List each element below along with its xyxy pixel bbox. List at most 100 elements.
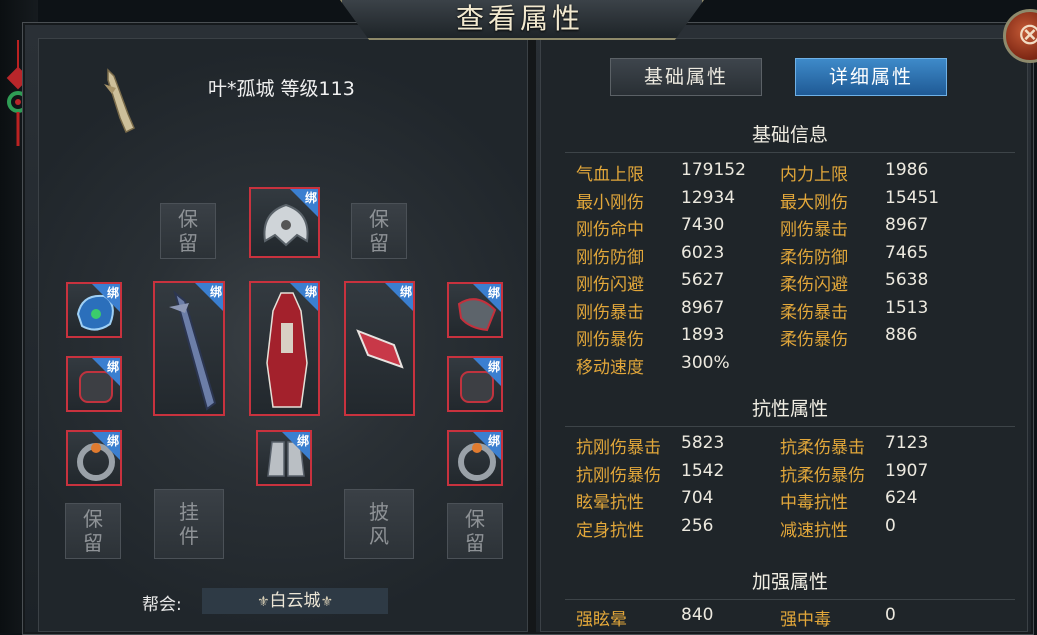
glove-right-slot[interactable]: 绑 <box>447 356 503 412</box>
stat-value: 179152 <box>681 160 746 180</box>
stat-name: 柔伤暴伤 <box>780 330 848 350</box>
stat-value: 5823 <box>681 433 725 453</box>
stat-name: 最小刚伤 <box>576 192 644 213</box>
stat-value: 15451 <box>885 187 940 208</box>
stat-name: 中毒抗性 <box>780 493 848 513</box>
reserve-slot[interactable]: 保留 <box>351 203 407 259</box>
stat-name: 柔伤防御 <box>780 247 848 268</box>
stat-name: 最大刚伤 <box>780 192 848 213</box>
stat-name: 移动速度 <box>576 357 644 378</box>
stat-value: 624 <box>885 488 918 508</box>
stat-name: 刚伤命中 <box>576 220 644 240</box>
stat-name: 抗刚伤暴伤 <box>576 465 661 486</box>
section-enhance: 加强属性 <box>751 571 828 593</box>
stat-value: 8967 <box>885 215 929 235</box>
bind-badge: 绑 <box>487 360 500 374</box>
stat-name: 抗柔伤暴伤 <box>780 465 865 486</box>
stat-value: 886 <box>885 325 918 345</box>
reserve-label: 保留 <box>178 207 198 255</box>
section-divider <box>565 152 1015 153</box>
reserve-label: 保留 <box>465 507 485 555</box>
stat-name: 强中毒 <box>780 610 831 630</box>
glove-left-slot[interactable]: 绑 <box>66 356 122 412</box>
boots-slot[interactable]: 绑 <box>256 430 312 486</box>
bind-badge: 绑 <box>304 285 317 299</box>
bind-badge: 绑 <box>296 434 309 448</box>
pendant-label: 挂件 <box>179 500 199 548</box>
stat-value: 7465 <box>885 242 929 263</box>
stat-name: 柔伤暴击 <box>780 302 848 323</box>
stat-name: 抗刚伤暴击 <box>576 438 661 458</box>
reserve-slot[interactable]: 保留 <box>447 503 503 559</box>
tab-basic-attributes[interactable]: 基础属性 <box>610 58 762 96</box>
section-divider <box>565 599 1015 600</box>
stat-value: 12934 <box>681 187 736 208</box>
stat-value: 300% <box>681 352 730 373</box>
stat-value: 8967 <box>681 297 725 318</box>
reserve-label: 保留 <box>83 507 103 555</box>
stat-name: 刚伤暴伤 <box>576 330 644 350</box>
armor-slot[interactable]: 绑 <box>249 281 320 416</box>
amulet-slot[interactable]: 绑 <box>66 282 122 338</box>
section-basic-info: 基础信息 <box>751 124 828 146</box>
guild-name-box: ⚜白云城⚜ <box>202 588 388 614</box>
bind-badge: 绑 <box>487 286 500 300</box>
bind-badge: 绑 <box>487 434 500 448</box>
stat-name: 刚伤暴击 <box>780 220 848 240</box>
ring-left-slot[interactable]: 绑 <box>66 430 122 486</box>
stat-name: 气血上限 <box>576 165 644 185</box>
stat-name: 定身抗性 <box>576 520 644 541</box>
reserve-slot[interactable]: 保留 <box>65 503 121 559</box>
stat-name: 强眩晕 <box>576 610 627 630</box>
stat-value: 1542 <box>681 460 725 481</box>
offhand-slot[interactable]: 绑 <box>344 281 415 416</box>
stat-value: 256 <box>681 515 714 536</box>
stat-name: 抗柔伤暴击 <box>780 438 865 458</box>
stat-value: 7123 <box>885 433 929 453</box>
reserve-slot[interactable]: 保留 <box>160 203 216 259</box>
panel-divider <box>528 30 536 633</box>
ring-right-slot[interactable]: 绑 <box>447 430 503 486</box>
shoulder-slot[interactable]: 绑 <box>447 282 503 338</box>
fleur-icon: ⚜ <box>320 594 334 610</box>
pendant-slot[interactable]: 挂件 <box>154 489 224 559</box>
cape-label: 披风 <box>369 500 389 548</box>
stat-name: 内力上限 <box>780 165 848 185</box>
stat-value: 7430 <box>681 215 725 235</box>
stat-name: 刚伤闪避 <box>576 275 644 295</box>
helmet-slot[interactable]: 绑 <box>249 187 320 258</box>
fleur-icon: ⚜ <box>256 594 270 610</box>
bind-badge: 绑 <box>106 434 119 448</box>
guild-label: 帮会: <box>142 595 182 615</box>
stat-value: 1986 <box>885 160 929 180</box>
stat-name: 刚伤防御 <box>576 247 644 268</box>
bind-badge: 绑 <box>209 285 222 299</box>
character-name-level: 叶*孤城 等级113 <box>208 78 355 100</box>
section-resistance: 抗性属性 <box>751 398 828 420</box>
weapon-slot[interactable]: 绑 <box>153 281 225 416</box>
stat-value: 0 <box>885 605 896 625</box>
stat-value: 1893 <box>681 325 725 345</box>
bind-badge: 绑 <box>106 286 119 300</box>
stat-name: 刚伤暴击 <box>576 302 644 323</box>
stat-name: 眩晕抗性 <box>576 493 644 513</box>
cape-slot[interactable]: 披风 <box>344 489 414 559</box>
stat-name: 柔伤闪避 <box>780 275 848 295</box>
stat-name: 减速抗性 <box>780 520 848 541</box>
class-weapon-icon <box>104 68 135 134</box>
stat-value: 5627 <box>681 270 725 290</box>
stat-value: 0 <box>885 515 896 536</box>
stat-value: 5638 <box>885 270 929 290</box>
stat-value: 1907 <box>885 460 929 481</box>
stat-value: 840 <box>681 605 714 625</box>
bind-badge: 绑 <box>399 285 412 299</box>
window-title: 查看属性 <box>455 2 584 35</box>
bind-badge: 绑 <box>304 191 317 205</box>
reserve-label: 保留 <box>369 207 389 255</box>
tab-detailed-attributes[interactable]: 详细属性 <box>795 58 947 96</box>
section-divider <box>565 426 1015 427</box>
guild-name: 白云城 <box>269 591 321 611</box>
bind-badge: 绑 <box>106 360 119 374</box>
stat-value: 704 <box>681 488 714 508</box>
stat-value: 1513 <box>885 297 929 318</box>
